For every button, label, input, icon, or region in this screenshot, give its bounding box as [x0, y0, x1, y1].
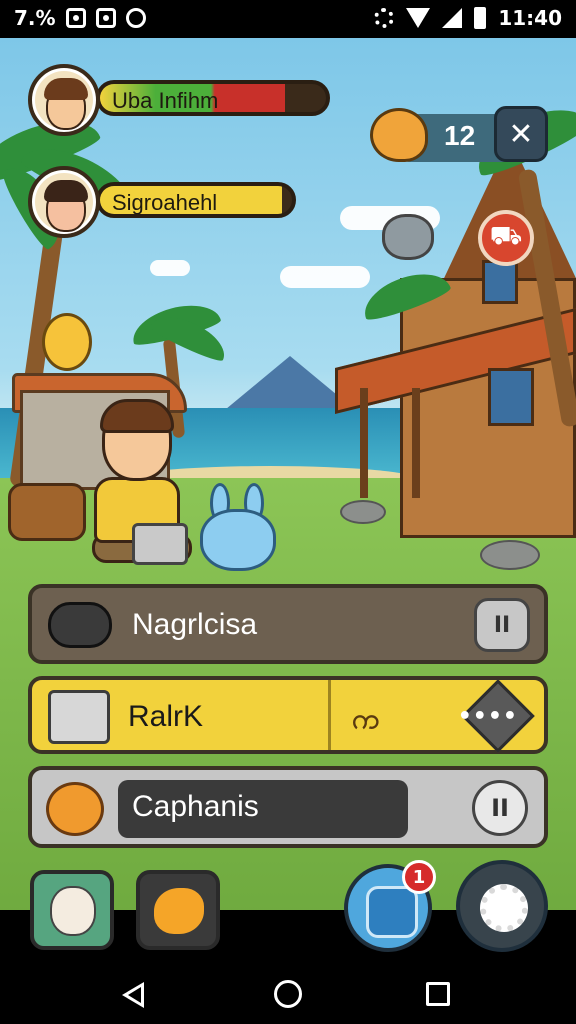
player2-name: Sigroahehl	[112, 190, 218, 215]
bottom-dock: 1	[0, 860, 576, 952]
player1-health-bar: Uba Infihm	[96, 80, 330, 116]
bunny-body	[200, 509, 276, 571]
navigation-bar	[0, 952, 576, 1024]
play-panel[interactable]: Nagrlcisa II	[28, 584, 548, 664]
pause-icon: II	[493, 612, 511, 638]
cloud	[280, 266, 370, 288]
status-left: 7.%	[14, 6, 146, 30]
panel-divider	[328, 680, 331, 750]
gamepad-icon	[48, 602, 112, 648]
house-porch	[360, 388, 420, 498]
player2-avatar[interactable]	[28, 166, 100, 238]
gear-icon	[480, 884, 528, 932]
cart-icon: ⛟	[489, 221, 523, 251]
floating-pet-creature[interactable]	[42, 313, 92, 371]
home-icon[interactable]	[274, 980, 302, 1008]
character-device	[132, 523, 188, 565]
settings-button[interactable]	[456, 860, 548, 952]
settings-status-icon	[374, 8, 395, 28]
paw-button[interactable]	[136, 870, 220, 950]
house-window	[482, 260, 518, 304]
capture-pause-button[interactable]: II	[472, 780, 528, 836]
avatar-hair	[44, 180, 88, 202]
sync-notification-icon	[125, 8, 146, 28]
house-window	[488, 368, 534, 426]
status-left-text: 7.%	[14, 6, 56, 30]
fruit-icon	[46, 782, 104, 836]
player2-progress-bar: Sigroahehl	[96, 182, 296, 218]
creature-currency-icon	[370, 108, 428, 162]
back-icon-inner	[128, 987, 141, 1003]
player1-name: Uba Infihm	[112, 88, 219, 113]
wifi-icon	[406, 8, 431, 28]
pets-button[interactable]	[30, 870, 114, 950]
play-label: Nagrlcisa	[132, 608, 258, 641]
capture-panel[interactable]: Caphanis II	[28, 766, 548, 848]
notification-badge: 1	[402, 860, 436, 894]
shop-button[interactable]: ⛟	[478, 210, 534, 266]
pause-icon: II	[491, 794, 509, 822]
shield-notification-icon	[95, 8, 116, 28]
rock	[340, 500, 386, 524]
treasure-box-icon	[48, 690, 110, 744]
rank-glyph: က	[352, 702, 380, 735]
battery-icon	[474, 7, 487, 29]
dog-icon	[50, 886, 96, 936]
player1-avatar[interactable]	[28, 64, 100, 136]
status-bar: 7.% 11:40	[0, 0, 576, 38]
cloud	[150, 260, 190, 276]
recent-apps-icon[interactable]	[426, 982, 450, 1006]
more-dots-icon: ••••	[457, 704, 518, 729]
paw-icon	[154, 888, 204, 934]
blue-bunny-pet[interactable]	[196, 483, 280, 573]
mute-icon: ✕	[508, 116, 534, 152]
status-right: 11:40	[374, 6, 562, 30]
play-pause-button[interactable]: II	[474, 598, 530, 652]
avatar-hair	[44, 78, 88, 100]
signal-icon	[442, 8, 463, 28]
character-hair	[100, 399, 174, 433]
capture-label: Caphanis	[132, 790, 259, 823]
rock	[480, 540, 540, 570]
sheep-icon[interactable]	[382, 214, 434, 260]
mute-button[interactable]: ✕	[494, 106, 548, 162]
player-character[interactable]	[92, 399, 202, 573]
barrel[interactable]	[8, 483, 86, 541]
currency-count: 12	[444, 120, 476, 151]
rank-panel[interactable]: RalrK က ••••	[28, 676, 548, 754]
rank-label: RalrK	[128, 700, 204, 733]
scroll-icon	[366, 886, 418, 938]
gallery-notification-icon	[65, 8, 86, 28]
status-time: 11:40	[498, 6, 562, 30]
